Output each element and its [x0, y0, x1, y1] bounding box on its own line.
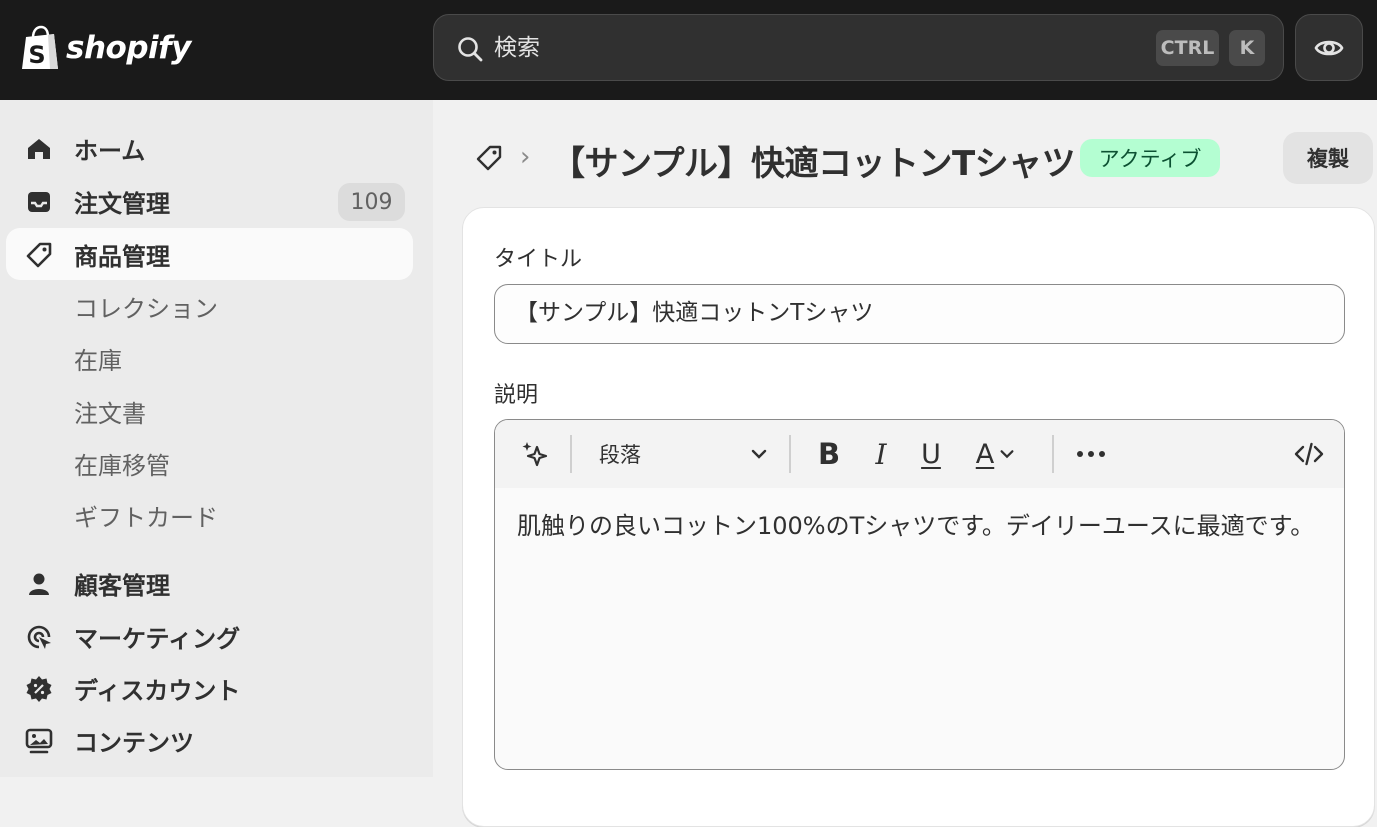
paragraph-format-select[interactable]: 段落: [599, 435, 769, 473]
target-icon: [25, 623, 53, 651]
sidebar-item-orders[interactable]: 注文管理 109: [6, 175, 413, 227]
sidebar-item-label: 注文管理: [74, 189, 170, 218]
text-color-button[interactable]: A: [967, 435, 1025, 473]
sidebar-item-gift-cards[interactable]: ギフトカード: [6, 489, 413, 541]
sidebar-item-products[interactable]: 商品管理: [6, 228, 413, 280]
italic-icon: I: [875, 437, 887, 471]
eye-icon: [1314, 40, 1344, 55]
title-field-label: タイトル: [494, 247, 583, 272]
content-icon: [25, 727, 53, 755]
sidebar-item-label: 注文書: [74, 399, 146, 428]
sidebar-item-label: ホーム: [74, 136, 146, 165]
sidebar-item-label: ギフトカード: [74, 503, 218, 532]
search-icon: [458, 37, 483, 62]
tag-icon: [25, 241, 53, 269]
page-title: 【サンプル】快適コットンTシャツ: [551, 144, 1076, 184]
sidebar-item-label: マーケティング: [74, 624, 241, 653]
description-field-label: 説明: [494, 383, 539, 408]
sidebar-nav: ホーム 注文管理 109 商品管理 コレクション 在庫 注文書 在庫移管 ギフト…: [0, 100, 433, 777]
person-icon: [25, 570, 53, 598]
top-bar: S shopify 検索 CTRL K: [0, 0, 1377, 100]
toolbar-divider: [570, 435, 572, 473]
sidebar-item-content[interactable]: コンテンツ: [6, 714, 413, 766]
search-input[interactable]: 検索: [494, 32, 540, 64]
ai-sparkle-button[interactable]: [515, 435, 555, 473]
title-input[interactable]: 【サンプル】快適コットンTシャツ: [494, 284, 1345, 344]
preview-button[interactable]: [1295, 14, 1363, 81]
code-icon: [1294, 442, 1324, 466]
sidebar-item-marketing[interactable]: マーケティング: [6, 610, 413, 662]
shortcut-ctrl-key: CTRL: [1156, 30, 1219, 66]
chevron-down-icon: [1000, 450, 1014, 459]
product-details-card: タイトル 【サンプル】快適コットンTシャツ 説明 段落 B I U A 肌触りの…: [462, 207, 1375, 827]
brand-name: shopify: [66, 30, 191, 66]
bold-button[interactable]: B: [811, 435, 847, 473]
bold-icon: B: [817, 437, 841, 471]
toolbar-divider: [789, 435, 791, 473]
show-html-button[interactable]: [1289, 435, 1329, 473]
status-badge: アクティブ: [1080, 139, 1220, 177]
sidebar-item-label: コレクション: [74, 294, 218, 323]
sidebar-item-transfers[interactable]: 在庫移管: [6, 437, 413, 489]
shortcut-k-key: K: [1229, 30, 1265, 66]
sidebar-item-label: 商品管理: [74, 242, 170, 271]
discount-icon: [25, 675, 53, 703]
sparkle-icon: [522, 442, 548, 467]
page-header: › 【サンプル】快適コットンTシャツ アクティブ 複製: [463, 132, 1377, 188]
sidebar-item-home[interactable]: ホーム: [6, 122, 413, 174]
sidebar-item-label: ディスカウント: [74, 676, 241, 705]
duplicate-button[interactable]: 複製: [1283, 132, 1373, 184]
search-bar[interactable]: 検索 CTRL K: [433, 14, 1284, 81]
more-options-button[interactable]: [1071, 435, 1111, 473]
shopify-logo[interactable]: S shopify: [20, 24, 191, 72]
chevron-down-icon: [751, 449, 767, 459]
sidebar-item-purchase-orders[interactable]: 注文書: [6, 385, 413, 437]
ellipsis-icon: [1077, 451, 1105, 457]
sidebar-item-label: 在庫移管: [74, 451, 170, 480]
sidebar-item-customers[interactable]: 顧客管理: [6, 557, 413, 609]
sidebar-item-collections[interactable]: コレクション: [6, 280, 413, 332]
sidebar-item-inventory[interactable]: 在庫: [6, 332, 413, 384]
description-content[interactable]: 肌触りの良いコットン100%のTシャツです。デイリーユースに最適です。: [517, 508, 1317, 545]
sidebar-item-label: コンテンツ: [74, 728, 194, 757]
text-color-icon: A: [975, 438, 995, 470]
products-breadcrumb-tag-icon[interactable]: [475, 144, 503, 176]
inbox-icon: [25, 188, 53, 216]
description-editor: 段落 B I U A 肌触りの良いコットン100%のTシャツです。デイリーユース…: [494, 419, 1345, 770]
underline-icon: U: [921, 438, 941, 470]
sidebar-item-label: 顧客管理: [74, 571, 170, 600]
breadcrumb-chevron-icon: ›: [520, 142, 531, 172]
sidebar-item-discounts[interactable]: ディスカウント: [6, 662, 413, 714]
sidebar-item-label: 在庫: [74, 346, 122, 375]
shopify-bag-icon: S: [22, 25, 58, 69]
toolbar-divider: [1052, 435, 1054, 473]
editor-toolbar: 段落 B I U A: [495, 420, 1344, 488]
orders-count-badge: 109: [338, 183, 405, 221]
svg-text:S: S: [28, 41, 45, 69]
home-icon: [25, 135, 53, 163]
underline-button[interactable]: U: [913, 435, 949, 473]
format-select-value: 段落: [599, 443, 641, 467]
italic-button[interactable]: I: [863, 435, 899, 473]
